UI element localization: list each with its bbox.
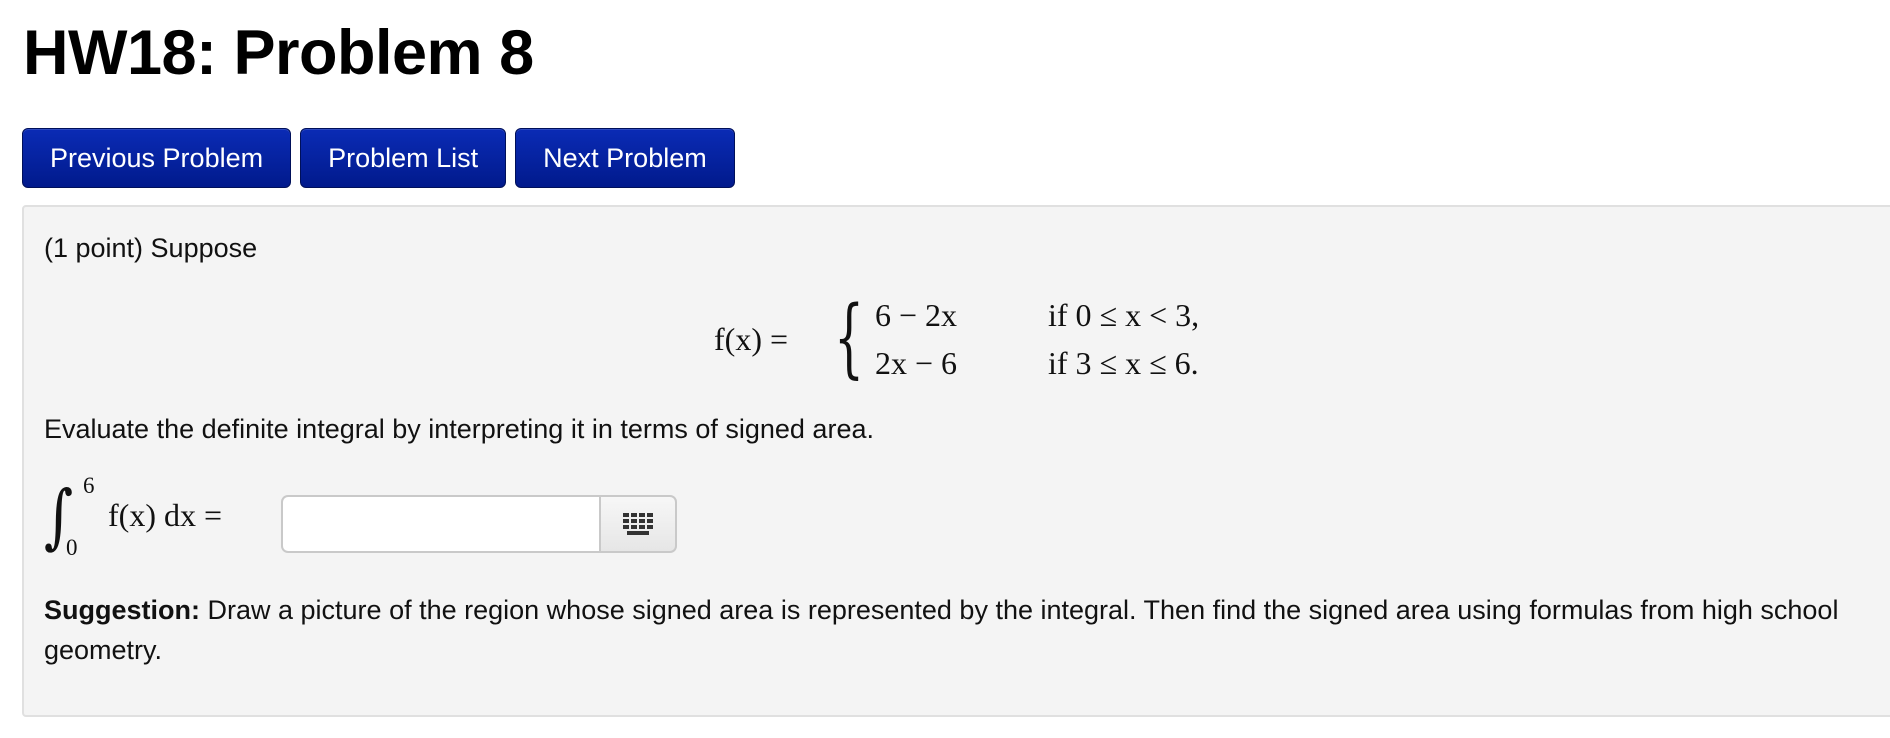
integral-lower-limit: 0: [66, 535, 78, 560]
case-2-expression: 2x − 6: [875, 345, 958, 381]
problem-list-button[interactable]: Problem List: [300, 128, 507, 188]
equation-palette-button[interactable]: [599, 495, 677, 553]
case-2-condition: if 3 ≤ x ≤ 6.: [1048, 345, 1199, 381]
integrand: f(x) dx =: [108, 497, 223, 533]
problem-box: (1 point) Suppose f(x) = { 6 − 2x if 0 ≤…: [22, 205, 1890, 717]
suggestion-text: Suggestion: Draw a picture of the region…: [44, 590, 1864, 670]
function-lhs: f(x) =: [714, 321, 789, 357]
piecewise-function: f(x) = { 6 − 2x if 0 ≤ x < 3, 2x − 6 if …: [714, 288, 1274, 400]
answer-input[interactable]: [281, 495, 601, 553]
problem-navigation: Previous Problem Problem List Next Probl…: [22, 128, 735, 188]
suggestion-body: Draw a picture of the region whose signe…: [44, 595, 1839, 665]
case-1-condition: if 0 ≤ x < 3,: [1048, 297, 1200, 333]
suggestion-label: Suggestion:: [44, 595, 200, 625]
page-title: HW18: Problem 8: [23, 18, 534, 88]
problem-intro: (1 point) Suppose: [44, 233, 258, 263]
next-problem-button[interactable]: Next Problem: [515, 128, 735, 188]
page: HW18: Problem 8 Previous Problem Problem…: [0, 0, 1890, 738]
left-brace-symbol: {: [834, 288, 865, 388]
grid-keyboard-icon: [623, 513, 653, 535]
integral-upper-limit: 6: [83, 473, 95, 498]
case-1-expression: 6 − 2x: [875, 297, 958, 333]
problem-instruction: Evaluate the definite integral by interp…: [44, 414, 874, 444]
integral-expression: ∫ 6 0 f(x) dx =: [44, 473, 744, 563]
previous-problem-button[interactable]: Previous Problem: [22, 128, 292, 188]
